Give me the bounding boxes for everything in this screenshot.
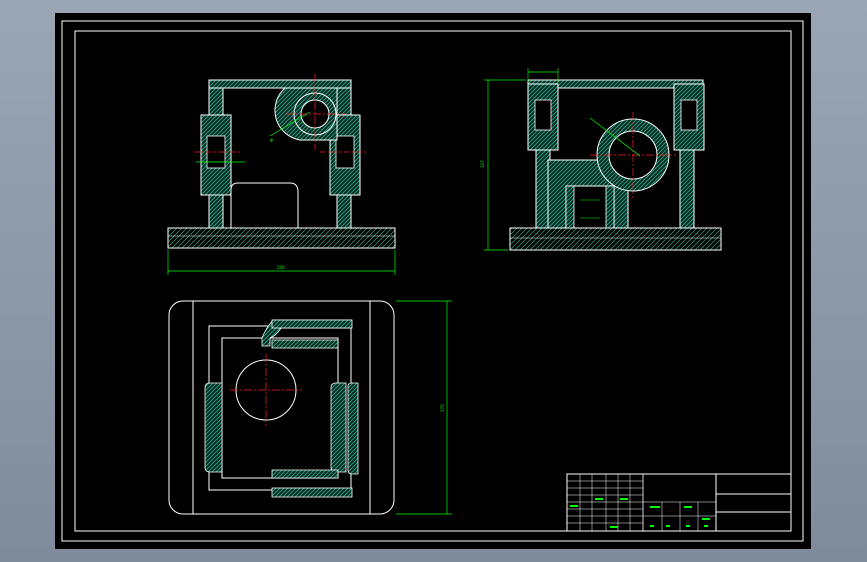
top-view: 170 [168,300,452,515]
top-right-boss [347,382,359,475]
title-block [566,473,792,532]
cad-drawing: Φ 200 107 170 [61,20,804,542]
side-base-plate [509,227,722,251]
top-left-boss [204,382,223,473]
side-view: 107 [480,68,722,251]
svg-text:Φ: Φ [270,138,273,143]
front-base-plate [167,227,396,249]
side-height-dim-text: 107 [480,160,485,168]
front-width-dim-text: 200 [277,265,285,270]
front-top-bar [208,79,352,89]
top-depth-dim-text: 170 [440,404,445,412]
front-view: Φ 200 [167,74,396,275]
top-outline [168,300,395,515]
